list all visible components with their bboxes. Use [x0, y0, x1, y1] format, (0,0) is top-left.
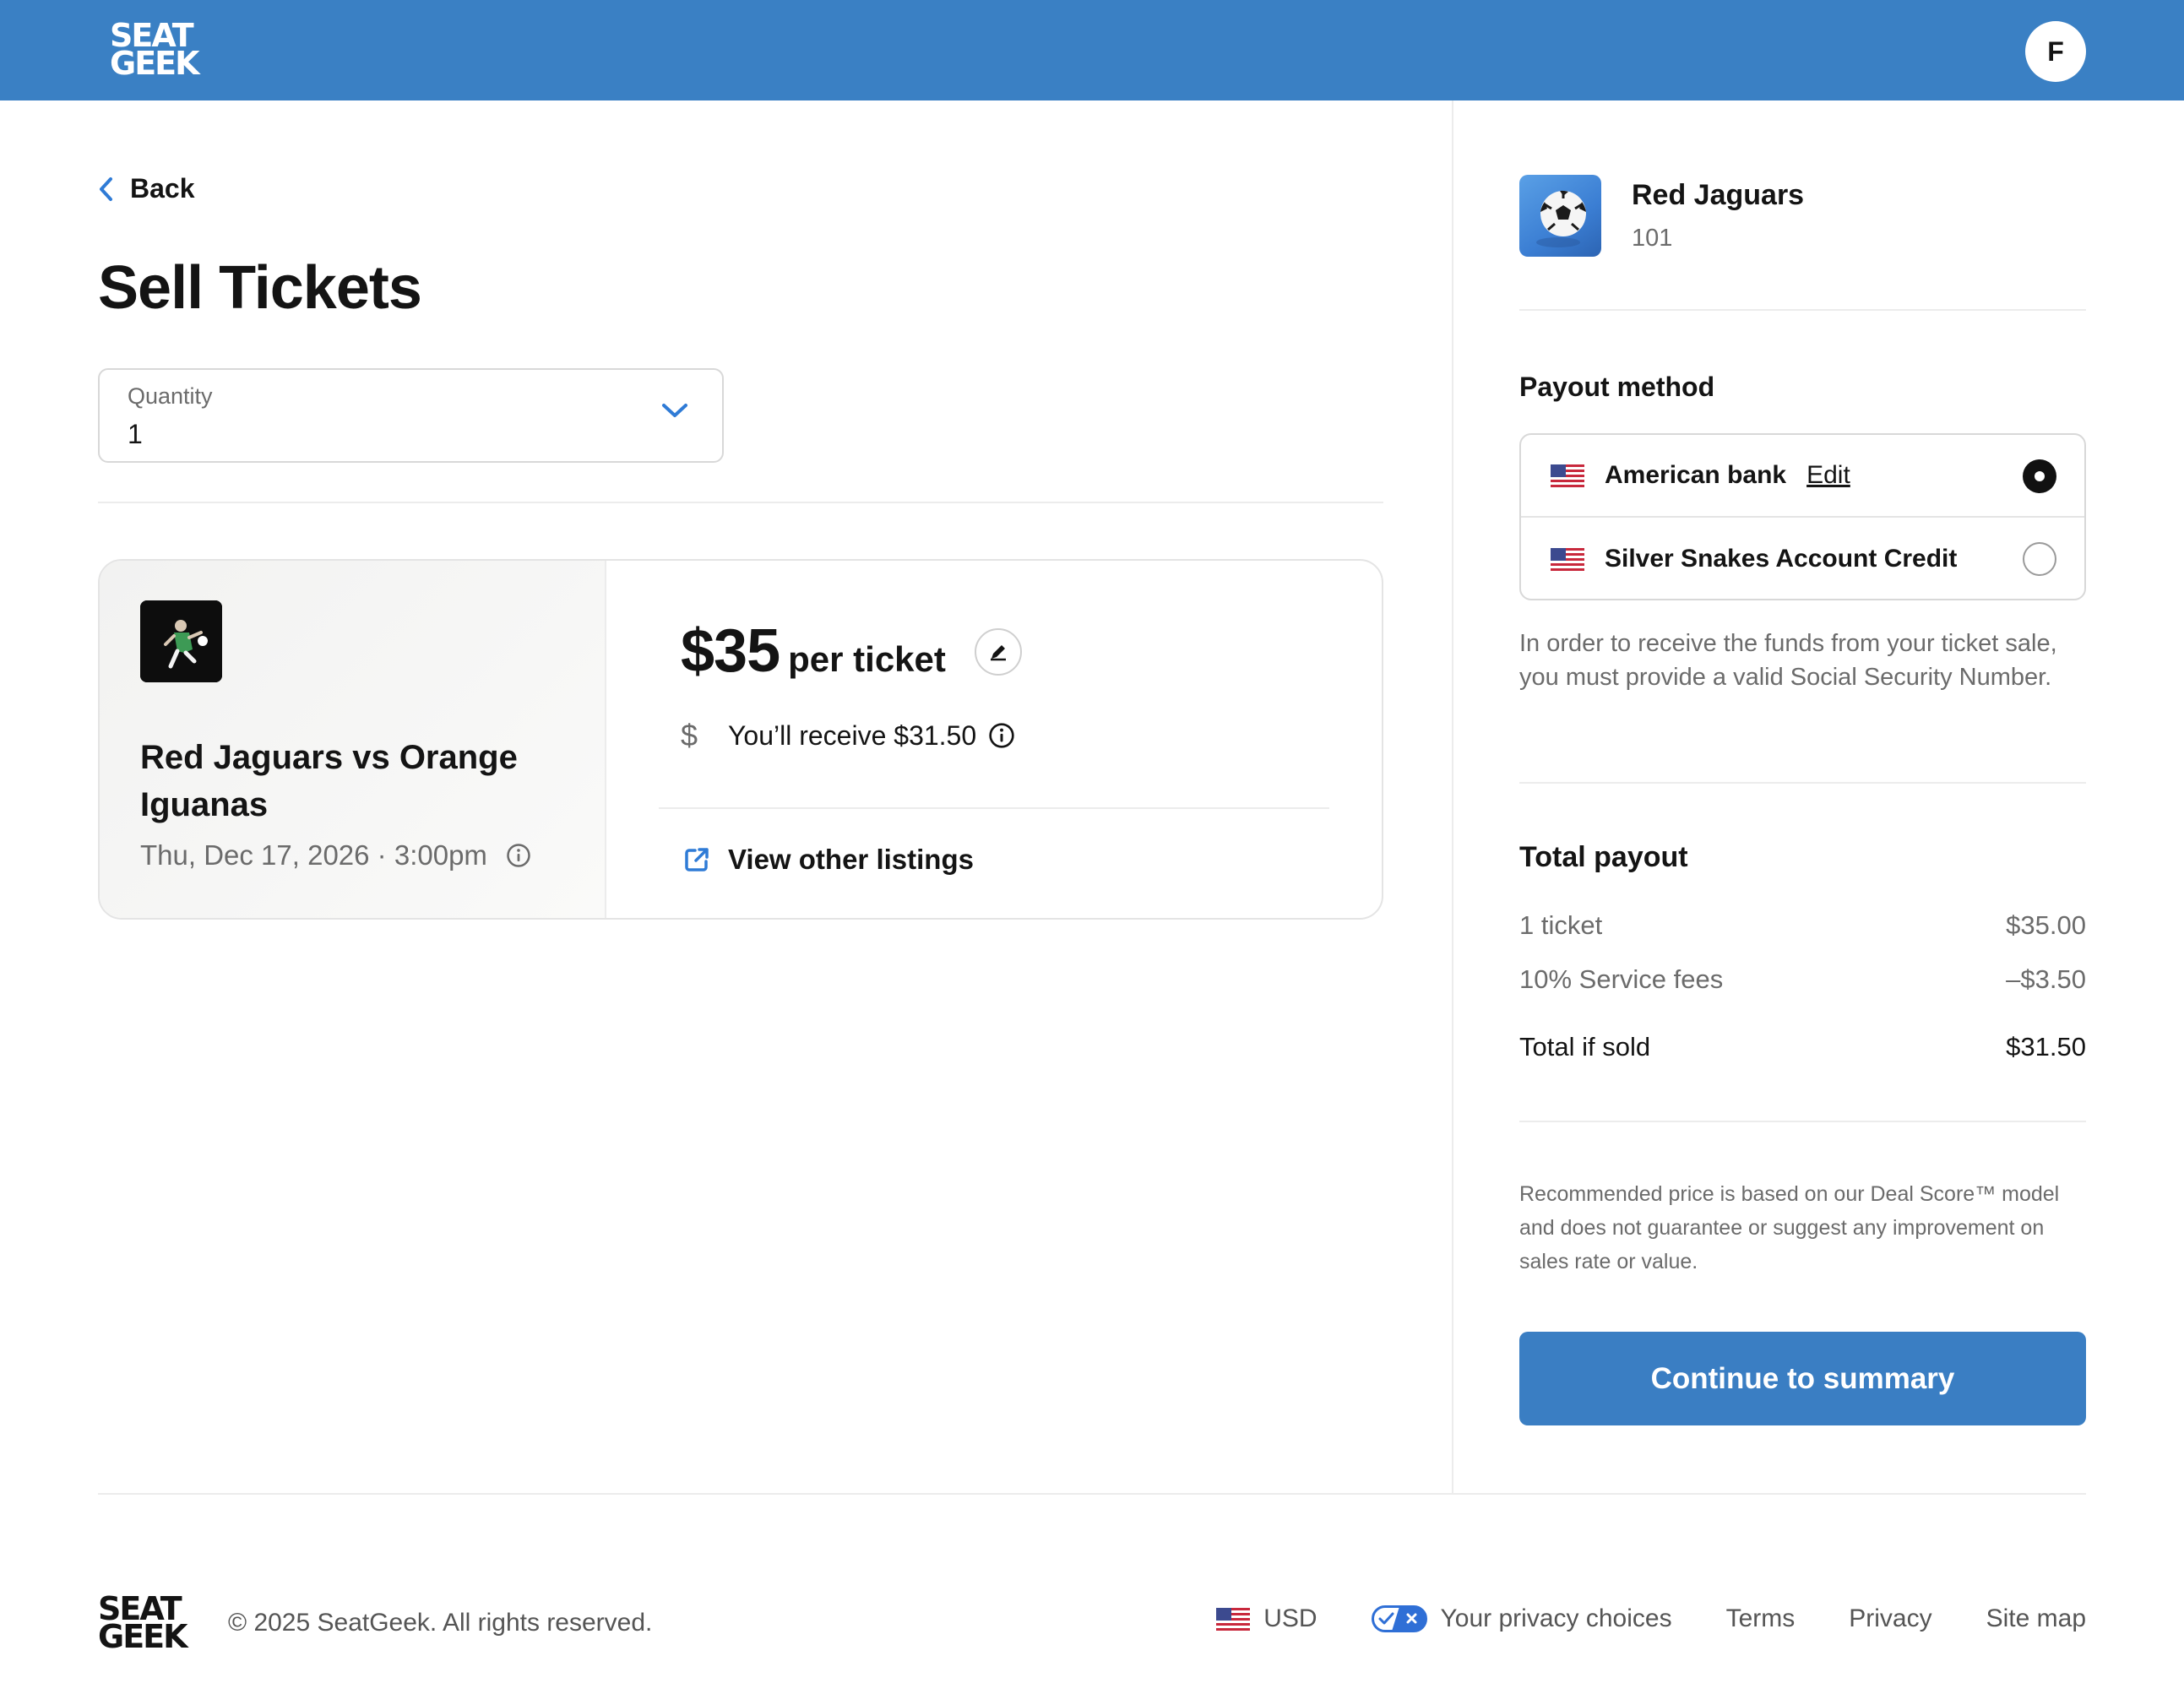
- dollar-icon: $: [681, 718, 698, 752]
- continue-to-summary-button[interactable]: Continue to summary: [1519, 1332, 2086, 1425]
- terms-link[interactable]: Terms: [1726, 1604, 1796, 1633]
- currency-selector[interactable]: USD: [1216, 1604, 1317, 1633]
- payout-row-label: 1 ticket: [1519, 910, 1603, 940]
- info-icon[interactable]: [988, 722, 1015, 749]
- quantity-select[interactable]: Quantity 1: [98, 368, 724, 463]
- team-image: [1519, 175, 1601, 257]
- event-title: Red Jaguars vs Orange Iguanas: [140, 739, 518, 823]
- payout-method-title: Payout method: [1519, 372, 1715, 402]
- event-date-row: Thu, Dec 17, 2026 · 3:00pm: [140, 839, 531, 871]
- sidebar-divider: [1519, 782, 2086, 784]
- edit-price-button[interactable]: [975, 628, 1022, 676]
- chevron-left-icon: [100, 176, 112, 201]
- currency-label: USD: [1263, 1604, 1317, 1632]
- payout-row-tickets: 1 ticket $35.00: [1519, 910, 2086, 941]
- page-title: Sell Tickets: [98, 254, 422, 322]
- deal-score-disclaimer: Recommended price is based on our Deal S…: [1519, 1182, 2060, 1273]
- quantity-label: Quantity: [128, 383, 213, 409]
- pricing-panel: $35 per ticket $ You’ll receive $31.50 V…: [606, 561, 1382, 918]
- receive-amount: You’ll receive $31.50: [728, 719, 977, 751]
- external-link-icon: [685, 848, 709, 871]
- quantity-value: 1: [128, 419, 143, 449]
- payout-option-label: American bank: [1605, 461, 1787, 489]
- us-flag-icon: [1216, 1607, 1251, 1631]
- privacy-toggle-icon: [1371, 1605, 1427, 1632]
- section-divider: [98, 502, 1383, 503]
- payout-method-options: American bank Edit Silver Snakes Account…: [1519, 433, 2086, 600]
- footer-links: USD Your privacy choices Terms Privacy S…: [1216, 1604, 2086, 1633]
- price-unit: per ticket: [788, 639, 946, 679]
- payout-row-value: –$3.50: [2006, 964, 2086, 994]
- view-other-listings-label: View other listings: [728, 844, 974, 875]
- pricing-divider: [659, 807, 1329, 809]
- edit-bank-link[interactable]: Edit: [1806, 461, 1850, 490]
- radio-american-bank[interactable]: [2023, 459, 2056, 493]
- payout-row-value: $35.00: [2006, 910, 2086, 940]
- price-amount: $35: [681, 617, 780, 685]
- payout-row-label: 10% Service fees: [1519, 964, 1724, 994]
- event-image: [140, 600, 222, 682]
- us-flag-icon: [1551, 464, 1584, 487]
- avatar-initial: F: [2047, 35, 2064, 67]
- payout-option-account-credit[interactable]: Silver Snakes Account Credit: [1521, 518, 2084, 599]
- privacy-choices-link[interactable]: Your privacy choices: [1371, 1604, 1672, 1633]
- seat-section: 101: [1632, 225, 1673, 252]
- back-label: Back: [130, 173, 195, 204]
- price-row: $35 per ticket: [681, 616, 946, 686]
- copyright-text: © 2025 SeatGeek. All rights reserved.: [228, 1609, 653, 1637]
- sidebar-divider: [1519, 309, 2086, 311]
- footer-divider: [98, 1493, 2086, 1495]
- pencil-icon: [991, 645, 1006, 661]
- footer-seatgeek-logo[interactable]: SEAT GEEK: [98, 1593, 188, 1653]
- payout-row-value: $31.50: [2006, 1032, 2086, 1061]
- payout-option-label: Silver Snakes Account Credit: [1605, 545, 1958, 573]
- user-avatar[interactable]: F: [2025, 21, 2086, 82]
- seatgeek-logo[interactable]: SEAT GEEK: [110, 19, 200, 79]
- view-other-listings-link[interactable]: View other listings: [682, 844, 974, 876]
- ssn-notice: In order to receive the funds from your …: [1519, 630, 2057, 691]
- sidebar-divider: [1519, 1121, 2086, 1122]
- payout-option-american-bank[interactable]: American bank Edit: [1521, 435, 2084, 518]
- payout-row-fees: 10% Service fees –$3.50: [1519, 964, 2086, 995]
- team-name: Red Jaguars: [1632, 179, 1805, 211]
- payout-row-label: Total if sold: [1519, 1032, 1651, 1061]
- back-link[interactable]: Back: [98, 173, 195, 204]
- ticket-card: Red Jaguars vs Orange Iguanas Thu, Dec 1…: [98, 559, 1383, 920]
- site-map-link[interactable]: Site map: [1986, 1604, 2086, 1633]
- radio-account-credit[interactable]: [2023, 542, 2056, 576]
- payout-row-total: Total if sold $31.50: [1519, 1032, 2086, 1062]
- chevron-down-icon: [662, 404, 687, 417]
- privacy-link[interactable]: Privacy: [1849, 1604, 1931, 1633]
- top-navbar: SEAT GEEK F: [0, 0, 2184, 100]
- info-icon[interactable]: [506, 843, 531, 868]
- receive-row: $ You’ll receive $31.50: [681, 718, 1015, 753]
- event-date: Thu, Dec 17, 2026 · 3:00pm: [140, 839, 487, 871]
- us-flag-icon: [1551, 547, 1584, 571]
- column-divider: [1452, 100, 1453, 1494]
- total-payout-title: Total payout: [1519, 841, 1688, 873]
- privacy-choices-label: Your privacy choices: [1440, 1604, 1672, 1632]
- event-info-panel: Red Jaguars vs Orange Iguanas Thu, Dec 1…: [100, 561, 606, 918]
